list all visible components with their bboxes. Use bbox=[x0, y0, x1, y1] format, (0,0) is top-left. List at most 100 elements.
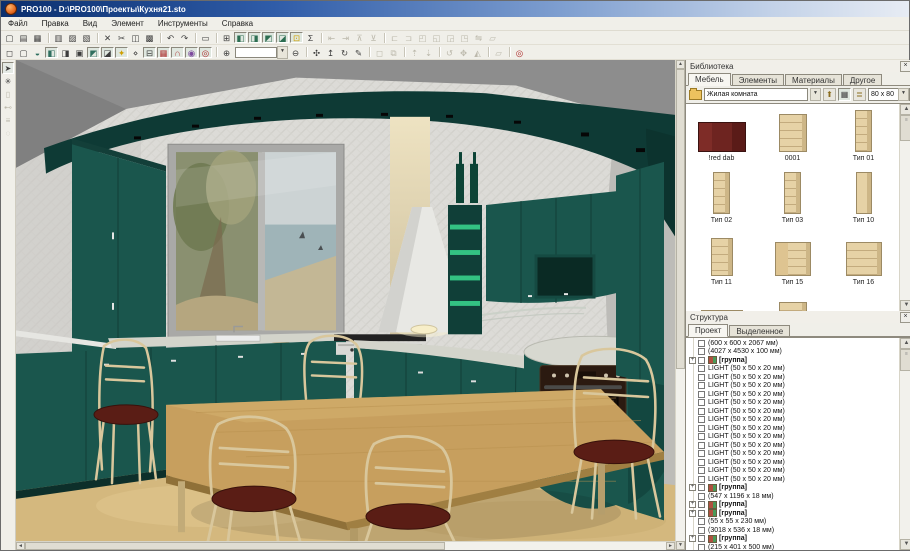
center-view-button[interactable]: ◎ bbox=[199, 47, 212, 58]
thumbnails-view-button[interactable]: ▦ bbox=[838, 88, 851, 101]
menu-help[interactable]: Справка bbox=[215, 19, 260, 28]
show-plan-button[interactable]: ◪ bbox=[276, 32, 289, 43]
select-rect-button[interactable]: ◻ bbox=[373, 47, 386, 58]
elevate-tool-button[interactable]: ↥ bbox=[324, 47, 337, 58]
tree-item[interactable]: LIGHT (50 x 50 x 20 мм) bbox=[686, 365, 899, 374]
vscroll-thumb[interactable] bbox=[676, 69, 685, 369]
tree-item[interactable]: (4027 x 4530 x 100 мм) bbox=[686, 348, 899, 357]
expand-icon[interactable]: + bbox=[689, 510, 696, 517]
attach-button[interactable]: ◲ bbox=[444, 32, 457, 43]
checkbox[interactable] bbox=[698, 450, 705, 457]
scroll-right-icon[interactable]: ► bbox=[666, 542, 675, 550]
copy-button[interactable]: ◫ bbox=[129, 32, 142, 43]
structure-scroll-thumb[interactable]: ≡ bbox=[900, 349, 910, 371]
show-library-button[interactable]: ◧ bbox=[234, 32, 247, 43]
select-add-button[interactable]: ⧉ bbox=[387, 47, 400, 58]
price-report-button[interactable]: Σ bbox=[304, 32, 317, 43]
library-item[interactable]: Тип 15 bbox=[757, 232, 828, 294]
scroll-left-icon[interactable]: ◄ bbox=[16, 542, 25, 550]
checkbox[interactable] bbox=[698, 357, 705, 364]
menu-file[interactable]: Файл bbox=[1, 19, 35, 28]
library-item[interactable]: Тип 03 bbox=[757, 170, 828, 232]
checkbox[interactable] bbox=[698, 391, 705, 398]
tab-project[interactable]: Проект bbox=[688, 324, 728, 337]
library-scrollbar[interactable]: ▲ ≡ ▼ bbox=[899, 104, 910, 311]
page-tool-button[interactable]: ▯ bbox=[2, 88, 14, 100]
menu-element[interactable]: Элемент bbox=[104, 19, 151, 28]
print-button[interactable]: ▨ bbox=[66, 32, 79, 43]
checkbox[interactable] bbox=[698, 535, 705, 542]
tree-item[interactable]: LIGHT (50 x 50 x 20 мм) bbox=[686, 390, 899, 399]
folder-up-button[interactable]: ⬆ bbox=[823, 88, 836, 101]
mirror-button[interactable]: ◭ bbox=[471, 47, 484, 58]
align-left-button[interactable]: ⇤ bbox=[325, 32, 338, 43]
tree-item[interactable]: (547 x 1196 x 18 мм) bbox=[686, 492, 899, 501]
expand-icon[interactable]: + bbox=[689, 535, 696, 542]
checkbox[interactable] bbox=[698, 493, 705, 500]
checkbox[interactable] bbox=[698, 408, 705, 415]
move-down-button[interactable]: ⇣ bbox=[422, 47, 435, 58]
checkbox[interactable] bbox=[698, 467, 705, 474]
tree-group[interactable]: +[группа] bbox=[686, 484, 899, 493]
move-to-wall-button[interactable]: ⊏ bbox=[388, 32, 401, 43]
tab-other[interactable]: Другое bbox=[843, 74, 882, 85]
open-button[interactable]: ▤ bbox=[17, 32, 30, 43]
scroll-down-icon[interactable]: ▼ bbox=[900, 539, 910, 550]
tree-item[interactable]: LIGHT (50 x 50 x 20 мм) bbox=[686, 450, 899, 459]
tree-item[interactable]: LIGHT (50 x 50 x 20 мм) bbox=[686, 416, 899, 425]
cut-button[interactable]: ✂ bbox=[115, 32, 128, 43]
save-button[interactable]: ▦ bbox=[31, 32, 44, 43]
checkbox[interactable] bbox=[698, 382, 705, 389]
library-close-button[interactable]: × bbox=[900, 61, 910, 72]
library-item[interactable]: !red dab bbox=[686, 108, 757, 170]
tree-item[interactable]: LIGHT (50 x 50 x 20 мм) bbox=[686, 433, 899, 442]
scroll-up-icon[interactable]: ▲ bbox=[900, 338, 910, 349]
align-right-button[interactable]: ⇥ bbox=[339, 32, 352, 43]
category-dropdown-arrow[interactable]: ▼ bbox=[810, 88, 821, 101]
grid-button[interactable]: ▦ bbox=[157, 47, 170, 58]
scroll-down-icon[interactable]: ▼ bbox=[900, 300, 910, 311]
scroll-down-icon[interactable]: ▼ bbox=[676, 541, 685, 550]
tab-materials[interactable]: Материалы bbox=[785, 74, 842, 85]
checkbox[interactable] bbox=[698, 365, 705, 372]
structure-close-button[interactable]: × bbox=[900, 312, 910, 323]
align-top-button[interactable]: ⊼ bbox=[353, 32, 366, 43]
library-item[interactable]: Тип 18 bbox=[757, 294, 828, 311]
tree-item[interactable]: (3018 x 536 x 18 мм) bbox=[686, 526, 899, 535]
snap-button[interactable]: ∩ bbox=[171, 47, 184, 58]
category-combobox[interactable]: Жилая комната bbox=[704, 88, 808, 101]
paste-button[interactable]: ▩ bbox=[143, 32, 156, 43]
checkbox[interactable] bbox=[698, 425, 705, 432]
move-element-button[interactable]: ✳ bbox=[2, 75, 14, 87]
tree-item[interactable]: LIGHT (50 x 50 x 20 мм) bbox=[686, 441, 899, 450]
hscroll-thumb[interactable] bbox=[25, 542, 445, 550]
ungroup-button[interactable]: ◱ bbox=[430, 32, 443, 43]
tree-group[interactable]: +[группа] bbox=[686, 509, 899, 518]
properties-button[interactable]: ▭ bbox=[199, 32, 212, 43]
checkbox[interactable] bbox=[698, 510, 705, 517]
orbit-button[interactable]: ◉ bbox=[185, 47, 198, 58]
show-notes-button[interactable]: ⊡ bbox=[290, 32, 303, 43]
wireframe-view-button[interactable]: ◻ bbox=[3, 47, 16, 58]
tree-group[interactable]: +[группа] bbox=[686, 501, 899, 510]
checkbox[interactable] bbox=[698, 348, 705, 355]
pencil-tool-button[interactable]: ✎ bbox=[352, 47, 365, 58]
checkbox[interactable] bbox=[698, 442, 705, 449]
expand-icon[interactable]: + bbox=[689, 501, 696, 508]
library-item[interactable]: Тип 02 bbox=[686, 170, 757, 232]
checkbox[interactable] bbox=[698, 484, 705, 491]
hatch-button[interactable]: ⋄ bbox=[129, 47, 142, 58]
print-setup-button[interactable]: ▥ bbox=[52, 32, 65, 43]
tree-item[interactable]: LIGHT (50 x 50 x 20 мм) bbox=[686, 458, 899, 467]
floor-plan-button[interactable]: ▱ bbox=[492, 47, 505, 58]
new-button[interactable]: ▢ bbox=[3, 32, 16, 43]
library-item[interactable]: Тип 16 bbox=[828, 232, 899, 294]
lighting-button[interactable]: ✦ bbox=[115, 47, 128, 58]
menu-tools[interactable]: Инструменты bbox=[151, 19, 215, 28]
reset-view-button[interactable]: ◎ bbox=[513, 47, 526, 58]
menu-edit[interactable]: Правка bbox=[35, 19, 76, 28]
checkbox[interactable] bbox=[698, 544, 705, 550]
detach-button[interactable]: ◳ bbox=[458, 32, 471, 43]
show-structure-button[interactable]: ◨ bbox=[248, 32, 261, 43]
library-item[interactable]: Тип 10 bbox=[828, 170, 899, 232]
